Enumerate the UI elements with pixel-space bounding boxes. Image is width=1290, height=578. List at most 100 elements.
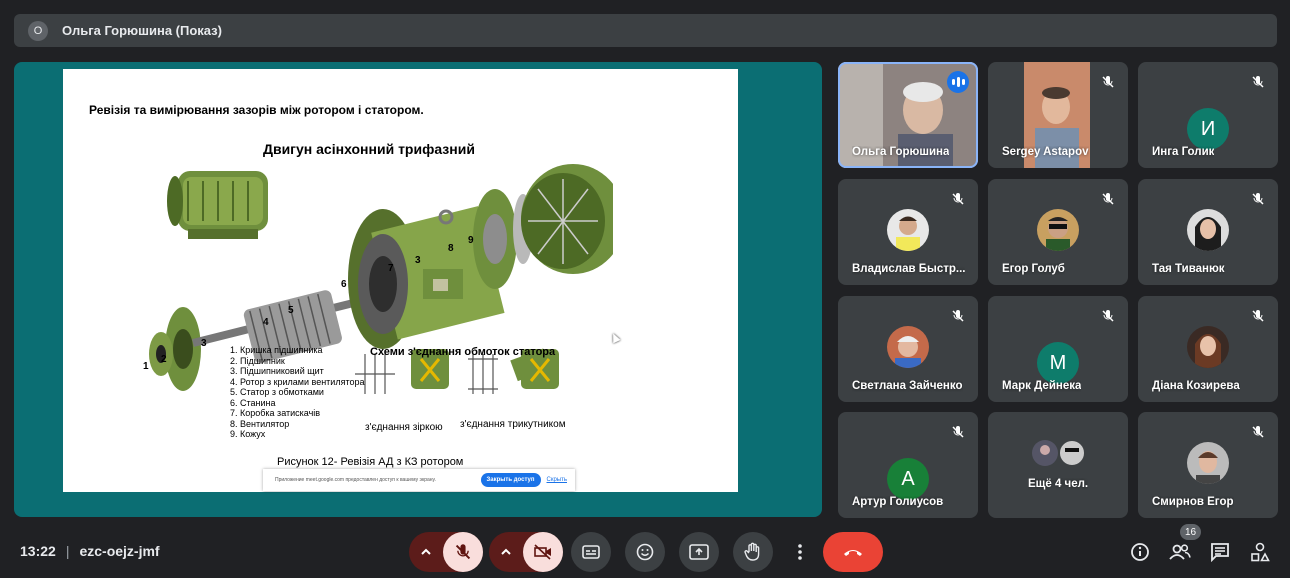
- speaking-indicator-icon: [947, 71, 969, 93]
- shared-slide: Ревізія та вимірювання зазорів між ротор…: [63, 69, 738, 492]
- avatar: [1187, 326, 1229, 368]
- slide-heading: Ревізія та вимірювання зазорів між ротор…: [89, 103, 424, 117]
- camera-options-chevron-icon[interactable]: [489, 548, 523, 556]
- participant-tile[interactable]: Смирнов Егор: [1138, 412, 1278, 518]
- avatar: И: [1187, 108, 1229, 150]
- present-icon: [689, 544, 709, 560]
- people-icon: [1169, 544, 1191, 560]
- avatar: А: [887, 458, 929, 500]
- part-number: 1: [143, 361, 149, 372]
- bearing-cap-image: [149, 307, 201, 391]
- leave-call-button[interactable]: [823, 532, 883, 572]
- participant-tile[interactable]: А Артур Голиусов: [838, 412, 978, 518]
- participant-name: Діана Козирева: [1152, 380, 1240, 392]
- activities-button[interactable]: [1248, 540, 1272, 564]
- participant-tile[interactable]: Sergey Astapov: [988, 62, 1128, 168]
- mic-off-icon: [455, 544, 471, 560]
- mic-off-icon: [1246, 187, 1270, 211]
- meeting-details-button[interactable]: [1128, 540, 1152, 564]
- legend-item: 5. Статор з обмотками: [230, 387, 324, 397]
- mic-off-icon: [1246, 70, 1270, 94]
- legend-item: 4. Ротор з крилами вентилятора: [230, 376, 365, 387]
- slide-title: Двигун асінхонний трифазний: [263, 141, 475, 157]
- camera-toggle-button[interactable]: [523, 532, 563, 572]
- more-participants-label: Ещё 4 чел.: [1028, 478, 1089, 490]
- more-participants-tile[interactable]: Ещё 4 чел.: [988, 412, 1128, 518]
- schema-title: Схеми з'єднання обмоток статора: [370, 346, 556, 358]
- participant-name: Марк Дейнека: [1002, 380, 1082, 392]
- participant-tile[interactable]: Владислав Быстр...: [838, 179, 978, 285]
- legend-item: 2. Підшипник: [230, 355, 285, 366]
- separator: |: [65, 543, 70, 559]
- captions-button[interactable]: [571, 532, 611, 572]
- chat-button[interactable]: [1208, 540, 1232, 564]
- activities-icon: [1251, 542, 1270, 562]
- part-number: 5: [288, 305, 294, 316]
- mic-off-icon: [1096, 187, 1120, 211]
- chat-icon: [1211, 543, 1229, 562]
- raise-hand-button[interactable]: [733, 532, 773, 572]
- mic-off-icon: [1246, 304, 1270, 328]
- more-participants-avatars: [1032, 439, 1086, 467]
- captions-icon: [582, 545, 600, 559]
- part-number: 7: [388, 263, 394, 274]
- figure-caption: Рисунок 12- Ревізія АД з КЗ ротором: [277, 456, 464, 468]
- present-screen-button[interactable]: [679, 532, 719, 572]
- clock: 13:22: [20, 543, 56, 559]
- mic-off-icon: [946, 304, 970, 328]
- mic-control-group: [409, 532, 483, 572]
- legend-item: 9. Кожух: [230, 429, 266, 439]
- participant-tile[interactable]: Діана Козирева: [1138, 296, 1278, 402]
- part-number: 6: [341, 279, 347, 290]
- fan-and-cover-image: [473, 164, 613, 289]
- participant-name: Sergey Astapov: [1002, 146, 1089, 158]
- participant-tile[interactable]: Светлана Зайченко: [838, 296, 978, 402]
- meeting-code[interactable]: ezc-oejz-jmf: [79, 543, 159, 559]
- avatar: [1187, 209, 1229, 251]
- participant-name: Егор Голуб: [1002, 263, 1065, 275]
- screen-share-banner: Приложение meet.google.com предоставлен …: [263, 469, 575, 491]
- people-button[interactable]: [1168, 540, 1192, 564]
- end-call-icon: [844, 550, 862, 556]
- participant-name: Ольга Горюшина: [852, 146, 950, 158]
- hide-banner-link[interactable]: Скрыть: [547, 477, 567, 483]
- reactions-button[interactable]: [625, 532, 665, 572]
- info-icon: [1131, 543, 1149, 561]
- participant-name: Тая Тиванюк: [1152, 263, 1225, 275]
- mic-off-icon: [1096, 70, 1120, 94]
- presenter-bar: О Ольга Горюшина (Показ): [14, 14, 1277, 47]
- legend-item: 1. Кришка підшипника: [230, 345, 323, 355]
- presenter-avatar: О: [28, 20, 48, 41]
- stop-sharing-button[interactable]: Закрыть доступ: [480, 473, 541, 487]
- share-message: Приложение meet.google.com предоставлен …: [275, 477, 436, 483]
- part-number: 8: [448, 243, 454, 254]
- schema-star-label: з'єднання зіркою: [365, 422, 443, 433]
- part-number: 3: [415, 255, 421, 266]
- participant-tile[interactable]: Тая Тиванюк: [1138, 179, 1278, 285]
- legend-item: 7. Коробка затискачів: [230, 408, 321, 418]
- avatar: [1037, 209, 1079, 251]
- mic-off-icon: [946, 187, 970, 211]
- mic-toggle-button[interactable]: [443, 532, 483, 572]
- participant-tile[interactable]: И Инга Голик: [1138, 62, 1278, 168]
- mic-off-icon: [1246, 420, 1270, 444]
- participant-tile[interactable]: М Марк Дейнека: [988, 296, 1128, 402]
- part-number: 4: [263, 317, 269, 328]
- mic-options-chevron-icon[interactable]: [409, 548, 443, 556]
- participant-tile[interactable]: Ольга Горюшина: [838, 62, 978, 168]
- participant-tile[interactable]: Егор Голуб: [988, 179, 1128, 285]
- participant-name: Инга Голик: [1152, 146, 1215, 158]
- presenter-label: Ольга Горюшина (Показ): [62, 23, 222, 38]
- avatar: М: [1037, 342, 1079, 384]
- avatar: [1187, 442, 1229, 484]
- more-options-button[interactable]: [787, 532, 813, 572]
- camera-off-icon: [534, 544, 551, 560]
- part-number: 2: [161, 354, 167, 365]
- more-vert-icon: [798, 544, 802, 560]
- schema-triangle-label: з'єднання трикутником: [460, 419, 566, 430]
- participant-name: Артур Голиусов: [852, 496, 944, 508]
- people-count-badge: 16: [1180, 524, 1201, 540]
- legend-item: 8. Вентилятор: [230, 418, 290, 429]
- part-number: 3: [201, 338, 207, 349]
- avatar: [887, 326, 929, 368]
